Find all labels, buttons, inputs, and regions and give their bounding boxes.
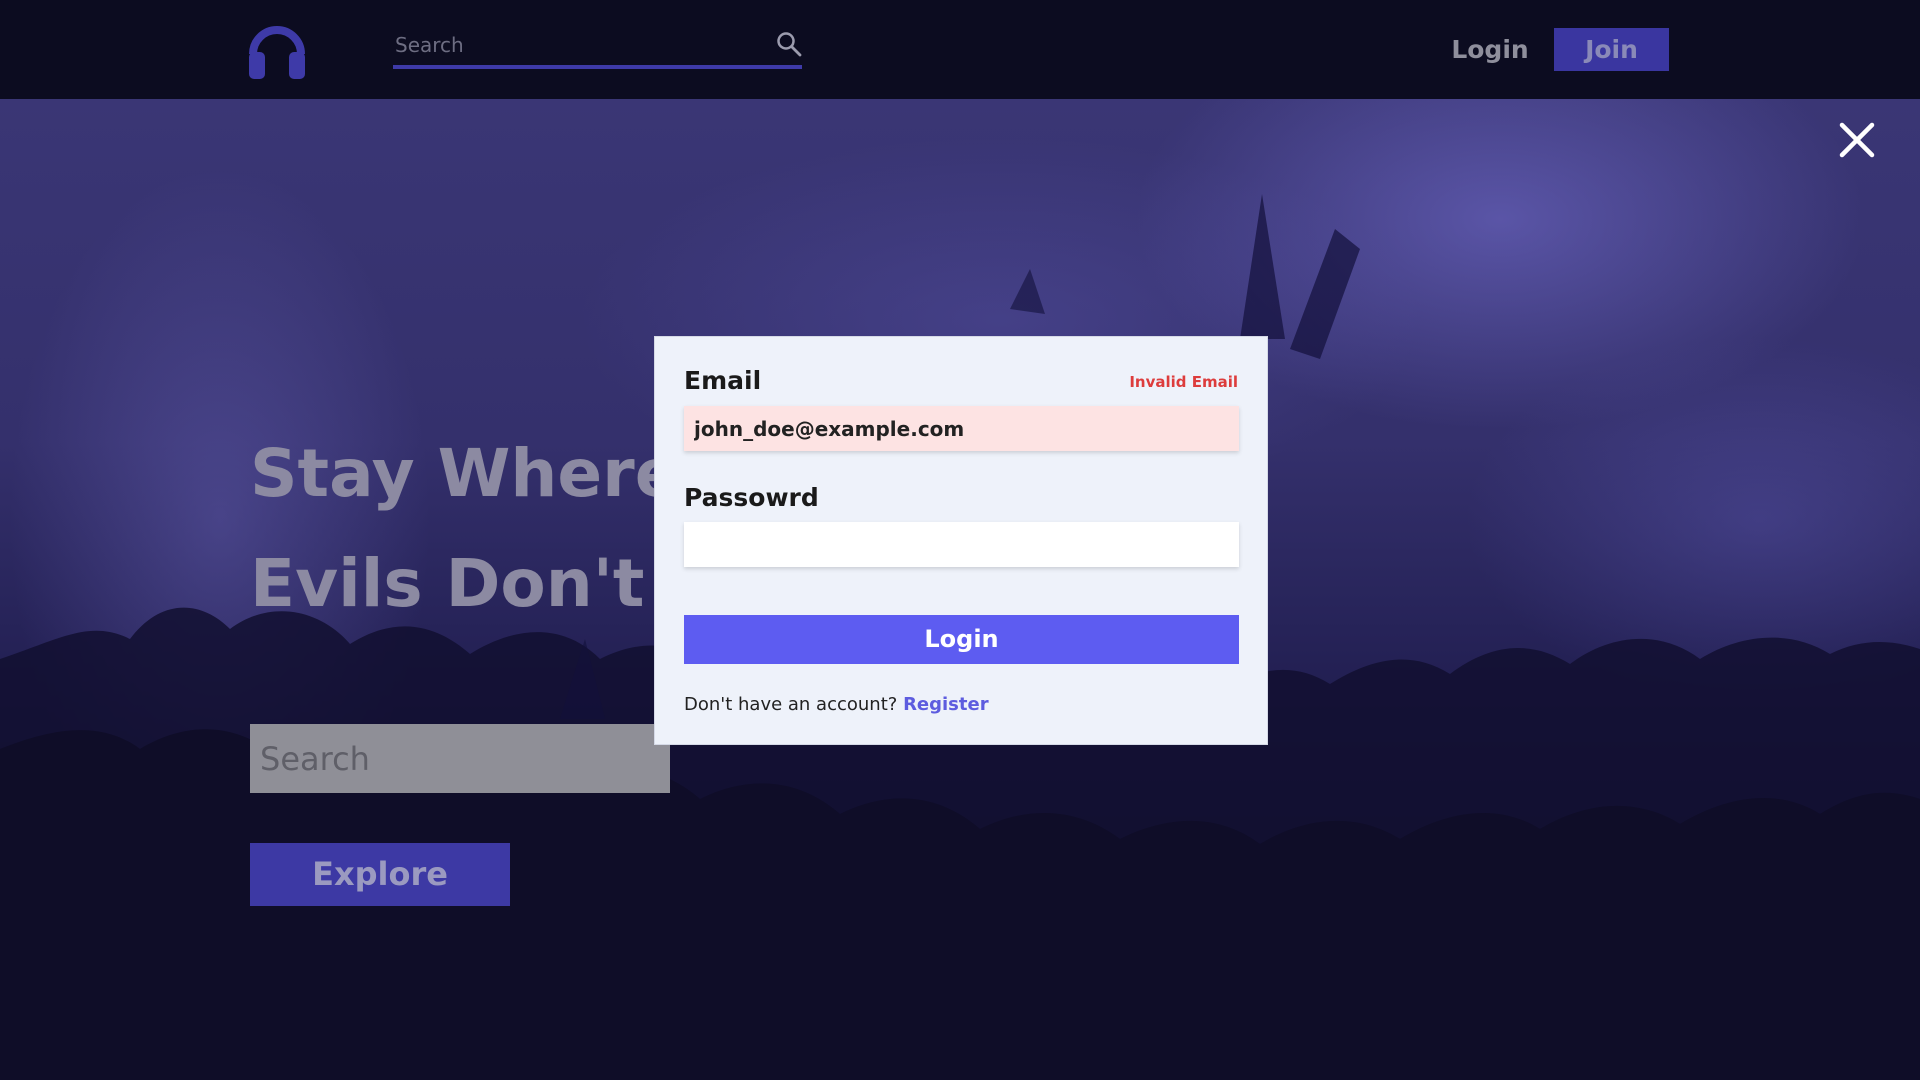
explore-button[interactable]: Explore — [250, 843, 510, 906]
login-submit-button[interactable]: Login — [684, 615, 1239, 664]
hero-title: Stay Where Evils Don't S — [250, 419, 715, 639]
password-field[interactable] — [684, 522, 1239, 567]
hero-title-line-1: Stay Where — [250, 435, 680, 512]
top-search-bar — [393, 24, 802, 69]
email-label: Email — [684, 366, 762, 395]
password-label: Passowrd — [684, 483, 819, 512]
email-field[interactable] — [684, 406, 1239, 451]
nav-join-button[interactable]: Join — [1554, 28, 1669, 71]
hero-search-input[interactable] — [250, 724, 670, 793]
page: Login Join Stay Where Evils Don't S Expl… — [0, 0, 1920, 1080]
headphones-icon[interactable] — [248, 20, 306, 80]
nav-login-link[interactable]: Login — [1440, 30, 1540, 70]
close-icon[interactable] — [1834, 117, 1880, 163]
email-error-message: Invalid Email — [1129, 373, 1238, 391]
top-search-input[interactable] — [395, 30, 755, 60]
hero-title-line-2-text: Evils Don't — [250, 545, 645, 622]
hero-title-line-2: Evils Don't S — [250, 529, 715, 639]
register-prompt-text: Don't have an account? — [684, 694, 898, 715]
top-navbar: Login Join — [0, 0, 1920, 99]
register-link[interactable]: Register — [903, 694, 989, 715]
login-modal: Email Invalid Email Passowrd Login Don't… — [654, 336, 1268, 745]
register-prompt: Don't have an account? Register — [684, 694, 989, 715]
search-icon[interactable] — [776, 31, 802, 57]
